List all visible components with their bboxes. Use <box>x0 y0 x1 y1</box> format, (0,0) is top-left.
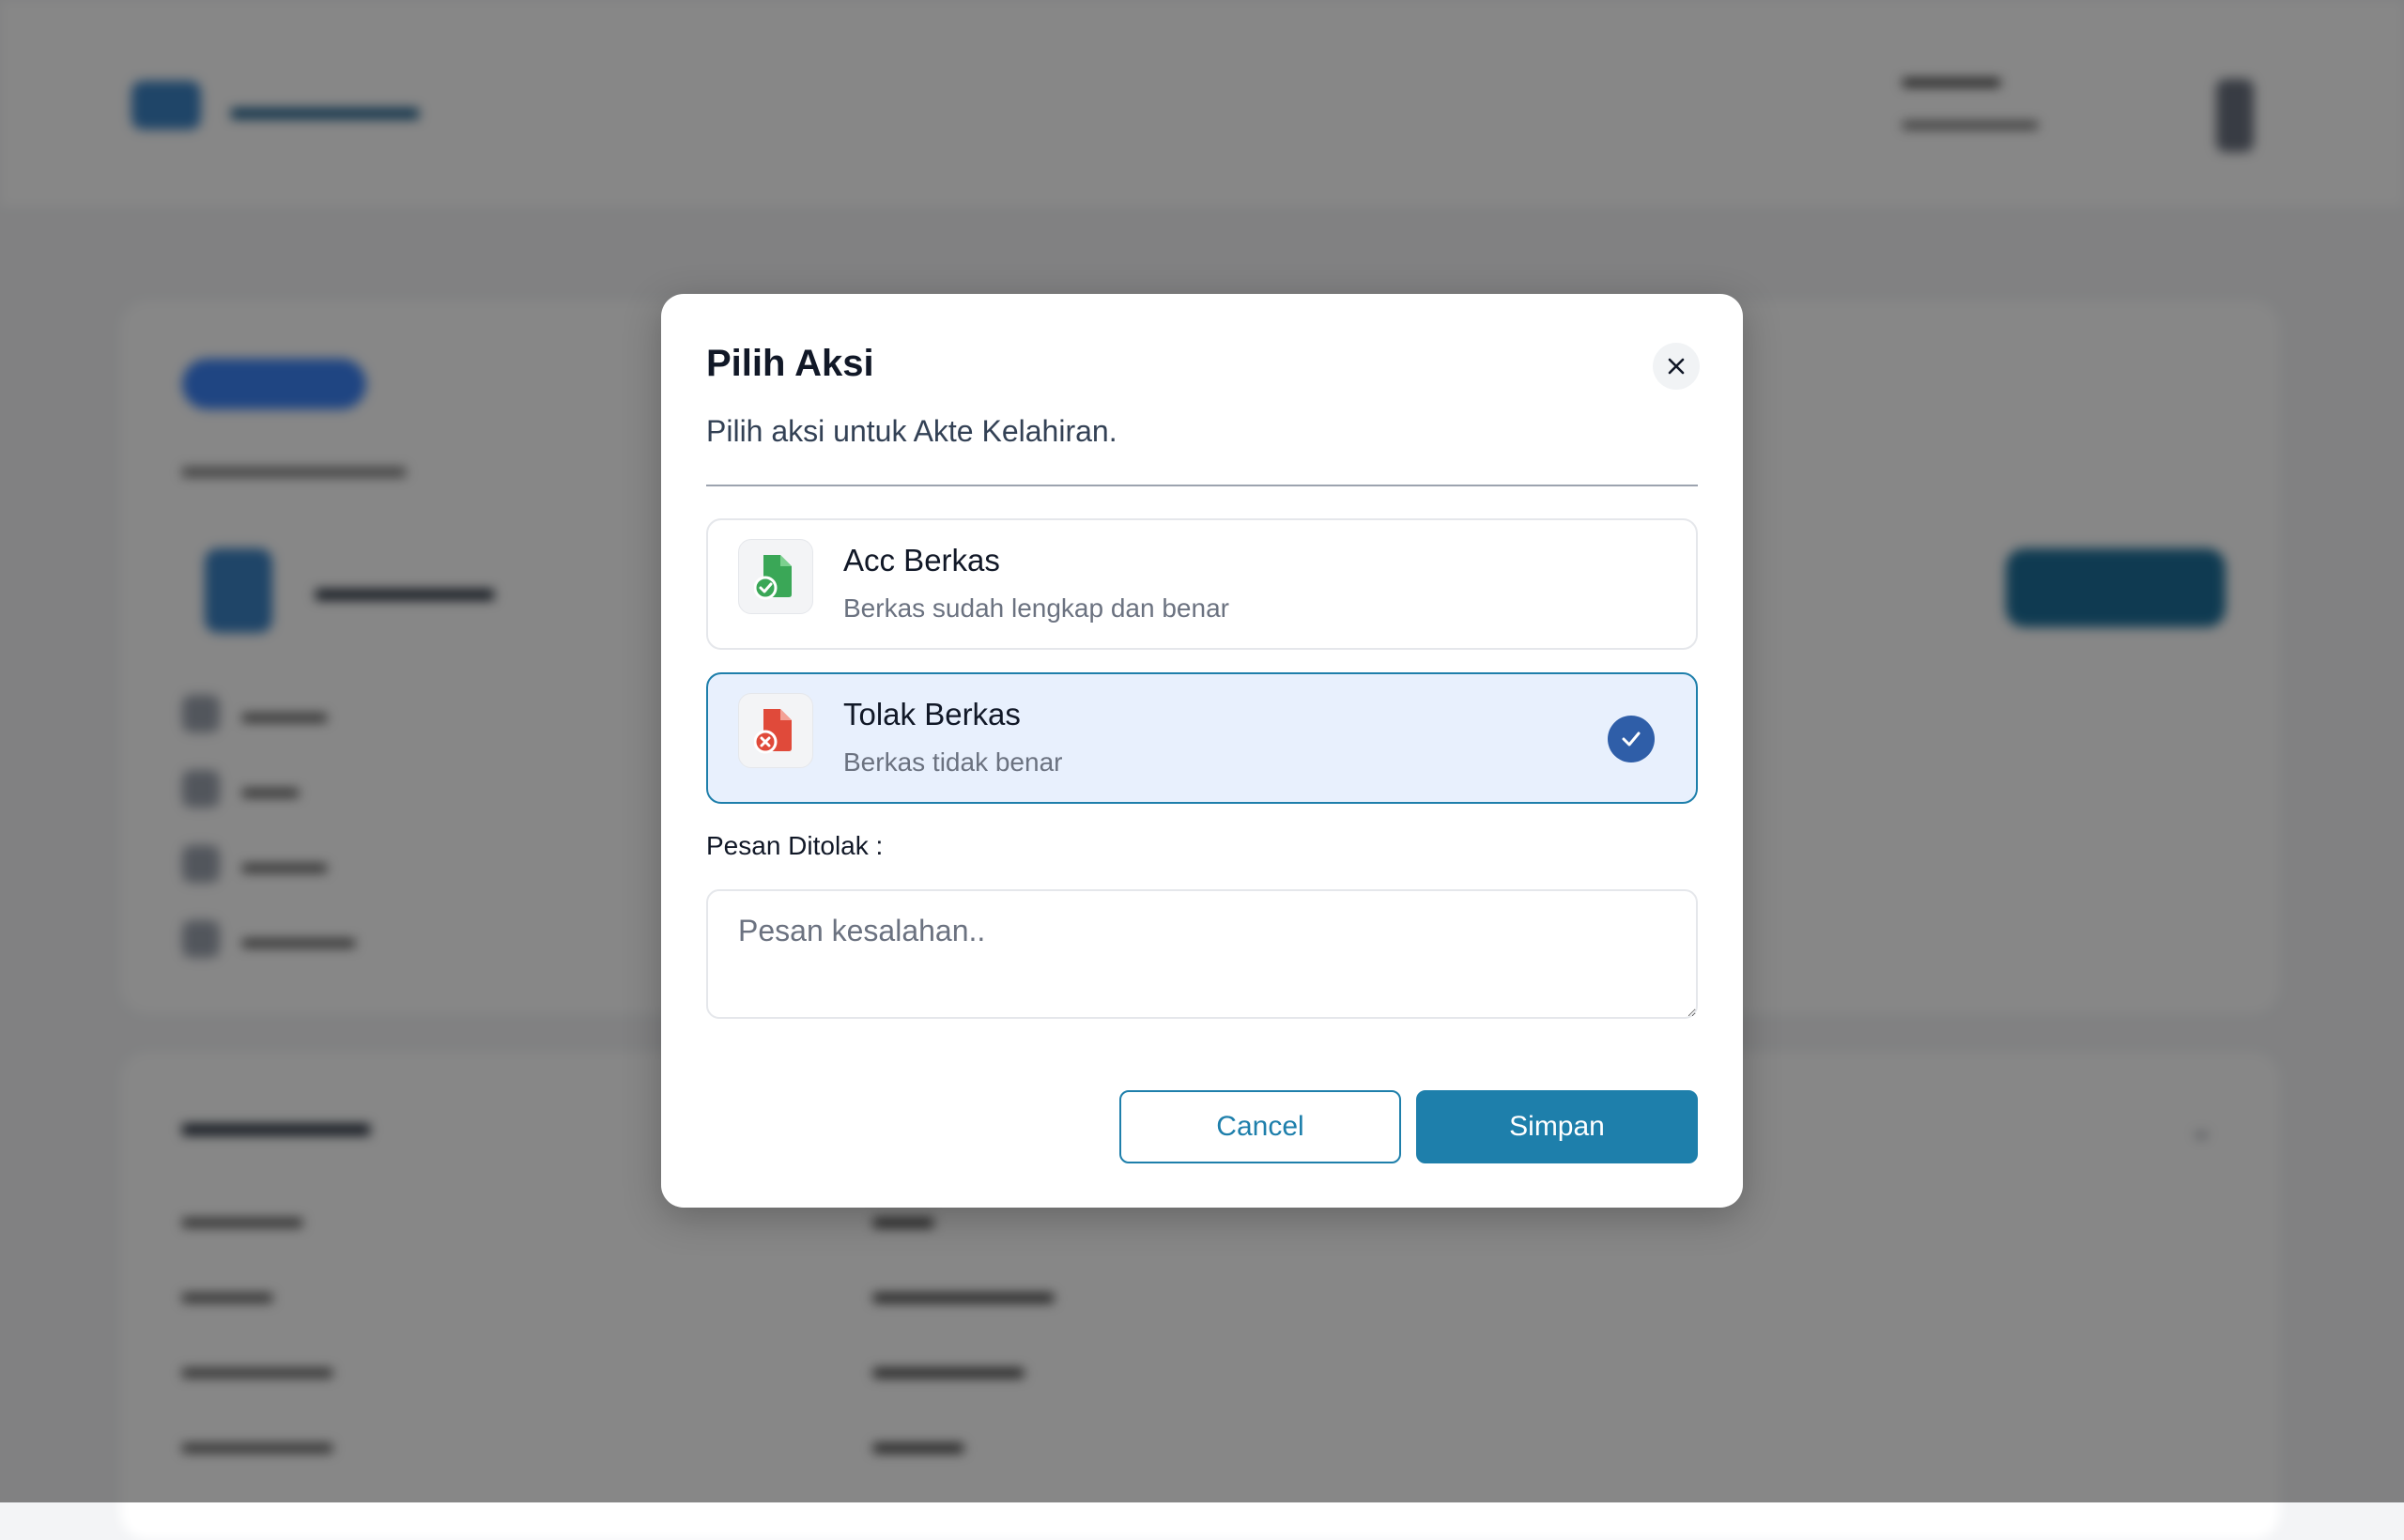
check-icon <box>1608 716 1655 762</box>
option-acc-berkas[interactable]: Acc Berkas Berkas sudah lengkap dan bena… <box>706 518 1698 650</box>
option-label: Tolak Berkas <box>843 697 1021 732</box>
option-tolak-berkas[interactable]: Tolak Berkas Berkas tidak benar <box>706 672 1698 804</box>
dialog-title: Pilih Aksi <box>706 343 874 384</box>
rejection-message-label: Pesan Ditolak : <box>706 831 884 860</box>
rejection-message-input[interactable] <box>706 889 1698 1019</box>
close-icon <box>1668 358 1685 375</box>
option-description: Berkas tidak benar <box>843 747 1063 777</box>
dialog-divider <box>706 485 1698 486</box>
file-check-icon <box>738 539 813 614</box>
save-button[interactable]: Simpan <box>1416 1090 1698 1163</box>
cancel-button[interactable]: Cancel <box>1119 1090 1401 1163</box>
file-x-icon <box>738 693 813 768</box>
option-label: Acc Berkas <box>843 543 1000 578</box>
action-dialog: Pilih Aksi Pilih aksi untuk Akte Kelahir… <box>661 294 1743 1208</box>
option-description: Berkas sudah lengkap dan benar <box>843 593 1229 623</box>
close-button[interactable] <box>1653 343 1700 390</box>
dialog-subtitle: Pilih aksi untuk Akte Kelahiran. <box>706 414 1117 448</box>
